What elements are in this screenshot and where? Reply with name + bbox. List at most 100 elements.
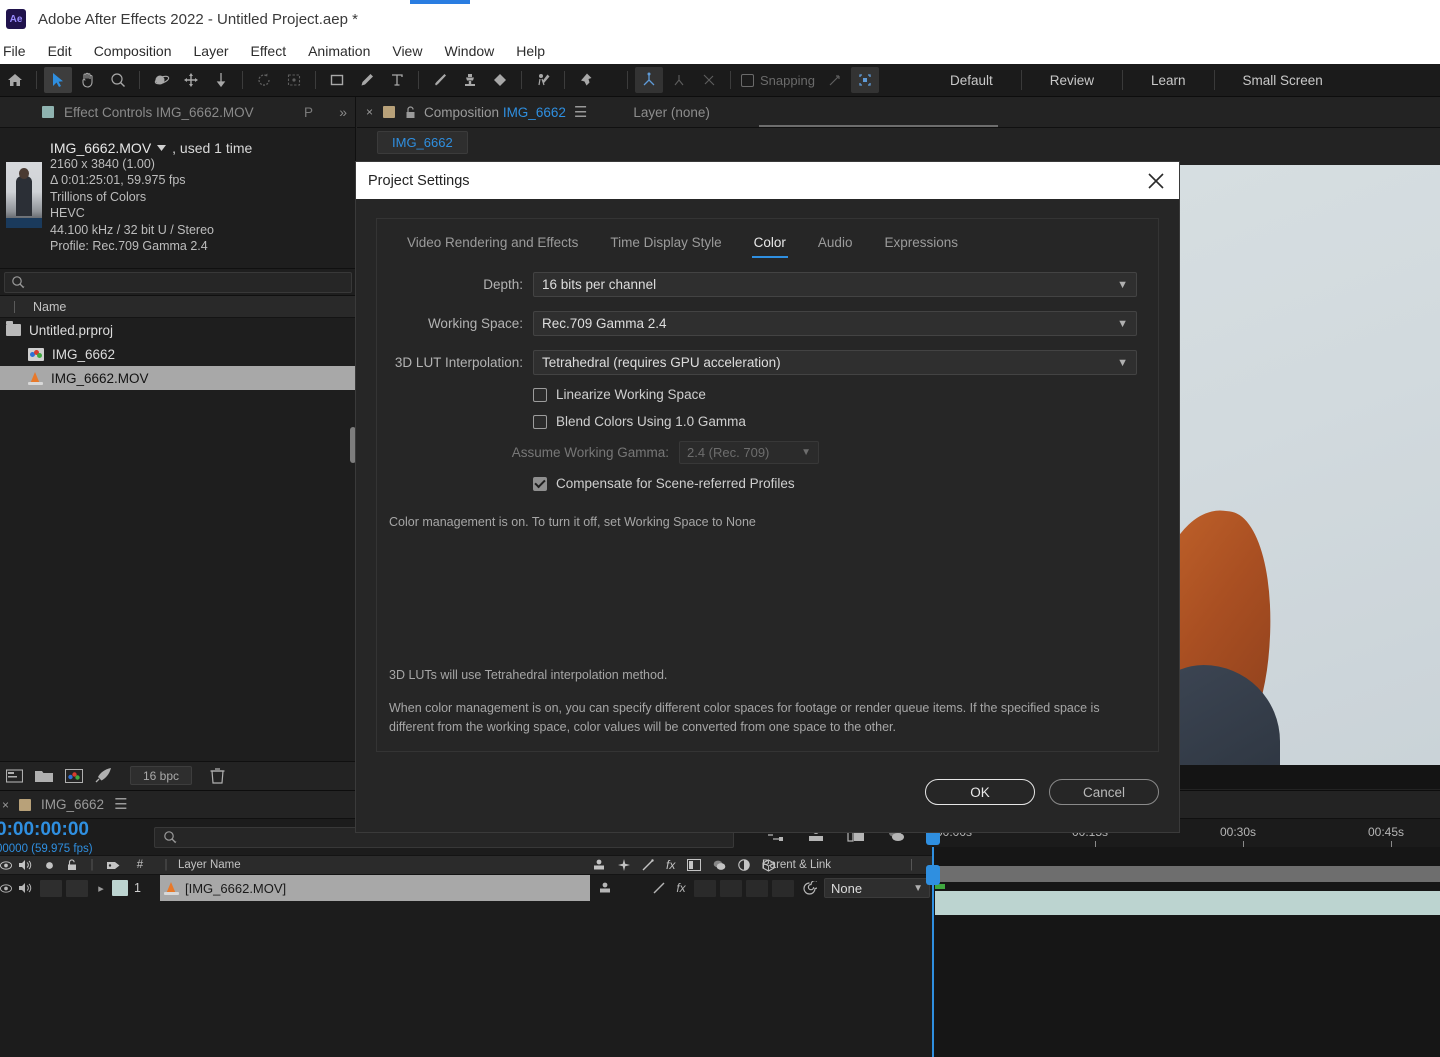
snapping-checkbox[interactable] [741,73,754,87]
video-switch-icon[interactable] [0,855,12,875]
layer-audio-toggle[interactable] [12,882,38,894]
working-space-select[interactable]: Rec.709 Gamma 2.4 ▼ [533,311,1137,336]
menu-animation[interactable]: Animation [297,38,381,64]
ok-button[interactable]: OK [925,779,1035,805]
tab-expressions[interactable]: Expressions [868,235,974,258]
menu-effect[interactable]: Effect [240,38,298,64]
layer-motionblur-toggle[interactable] [720,879,742,897]
project-search-input[interactable] [4,271,352,293]
layer-lock-toggle[interactable] [66,879,88,897]
audio-switch-icon[interactable] [12,855,38,875]
new-comp-from-footage-icon[interactable] [65,768,83,783]
composition-tab-title[interactable]: Composition IMG_6662 [424,105,566,120]
new-folder-icon[interactable] [35,769,53,783]
layer-frameblend-toggle[interactable] [694,879,716,897]
effect-controls-tab[interactable]: Effect Controls IMG_6662.MOV [64,105,254,120]
timeline-panel-menu-icon[interactable]: ☰ [114,797,127,812]
snap-3d-icon[interactable] [635,67,663,93]
zoom-tool-icon[interactable] [104,67,132,93]
column-header-name[interactable]: Name [33,300,66,314]
snap-disable-icon[interactable] [695,67,723,93]
orbit-tool-icon[interactable] [147,67,175,93]
breadcrumb-item-comp[interactable]: IMG_6662 [377,130,468,154]
parent-link-select[interactable]: None ▼ [824,878,930,898]
layer-3d-toggle[interactable] [772,879,794,897]
menu-edit[interactable]: Edit [37,38,83,64]
tab-video-rendering-and-effects[interactable]: Video Rendering and Effects [391,235,594,258]
panel-menu-icon[interactable]: ☰ [574,105,587,120]
solo-switch-icon[interactable] [38,855,60,875]
depth-select[interactable]: 16 bits per channel ▼ [533,272,1137,297]
timeline-track-area[interactable] [926,819,1440,1057]
layer-duration-bar[interactable] [935,891,1440,915]
hand-tool-icon[interactable] [74,67,102,93]
shape-tool-icon[interactable] [323,67,351,93]
snap-vertex-icon[interactable] [665,67,693,93]
menu-file[interactable]: File [0,38,37,64]
lock-icon[interactable] [405,105,416,119]
menu-composition[interactable]: Composition [83,38,183,64]
list-item[interactable]: Untitled.prproj [0,318,355,342]
header-parent-link[interactable]: Parent & Link [762,855,831,875]
parent-pickwhip-icon[interactable] [796,880,822,896]
timeline-tab-name[interactable]: IMG_6662 [41,797,104,812]
layer-solo-toggle[interactable] [40,879,62,897]
brush-tool-icon[interactable] [426,67,454,93]
snap-bounds-icon[interactable] [850,67,879,93]
current-timecode[interactable]: 0:00:00:00 [0,819,120,841]
pan-tool-icon[interactable] [177,67,205,93]
workspace-tab-review[interactable]: Review [1022,64,1122,97]
color-depth-button[interactable]: 16 bpc [130,766,192,785]
workspace-tab-learn[interactable]: Learn [1123,64,1214,97]
clone-stamp-tool-icon[interactable] [456,67,484,93]
layer-video-toggle[interactable] [0,883,12,893]
cancel-button[interactable]: Cancel [1049,779,1159,805]
close-tab-icon[interactable]: × [366,105,373,119]
dolly-tool-icon[interactable] [207,67,235,93]
compensate-scene-referred-checkbox[interactable] [533,476,547,491]
text-tool-icon[interactable] [383,67,411,93]
menu-help[interactable]: Help [505,38,556,64]
timeline-close-icon[interactable]: × [2,798,9,812]
linearize-working-space-checkbox[interactable] [533,387,547,402]
current-time-display[interactable]: 0:00:00:00 00000 (59.975 fps) [0,819,120,855]
list-item[interactable]: IMG_6662 [0,342,355,366]
playhead-mid-handle[interactable] [926,865,940,885]
menu-window[interactable]: Window [433,38,505,64]
region-of-interest-icon[interactable] [280,67,308,93]
compensate-scene-referred-row[interactable]: Compensate for Scene-referred Profiles [377,476,1158,491]
workspace-tab-default[interactable]: Default [922,64,1021,97]
project-tab-partial[interactable]: P [304,105,313,120]
layer-label-color[interactable] [112,880,128,896]
snapping-toggle[interactable]: Snapping [741,73,815,88]
work-area-bar[interactable] [932,866,1440,882]
label-color-icon[interactable] [100,855,126,875]
menu-view[interactable]: View [381,38,433,64]
column-resize-handle[interactable] [14,300,15,313]
blend-colors-row[interactable]: Blend Colors Using 1.0 Gamma [377,414,1158,429]
frame-blending-icon[interactable] [687,859,702,871]
puppet-pin-tool-icon[interactable] [572,67,600,93]
layer-shy-toggle[interactable] [592,882,618,894]
blend-colors-checkbox[interactable] [533,414,547,429]
menu-layer[interactable]: Layer [183,38,240,64]
snap-align-icon[interactable] [821,67,849,93]
effects-fx-icon[interactable]: fx [666,858,675,872]
delete-icon[interactable] [210,767,225,784]
tab-color[interactable]: Color [738,235,802,258]
linearize-working-space-row[interactable]: Linearize Working Space [377,387,1158,402]
layer-panel-tab[interactable]: Layer (none) [633,105,710,120]
close-icon[interactable] [1147,172,1165,190]
tab-audio[interactable]: Audio [802,235,869,258]
list-item[interactable]: IMG_6662.MOV [0,366,355,390]
layer-fx-toggle[interactable]: fx [670,881,692,895]
roto-brush-tool-icon[interactable] [529,67,557,93]
quality-icon[interactable] [642,859,654,871]
home-icon[interactable] [1,67,29,93]
new-composition-icon[interactable] [6,768,23,783]
tab-time-display-style[interactable]: Time Display Style [594,235,737,258]
lock-switch-icon[interactable] [60,855,84,875]
layer-expand-arrow-icon[interactable]: ▸ [90,882,112,895]
workspace-tab-small-screen[interactable]: Small Screen [1215,64,1351,97]
project-settings-rocket-icon[interactable] [95,768,112,783]
